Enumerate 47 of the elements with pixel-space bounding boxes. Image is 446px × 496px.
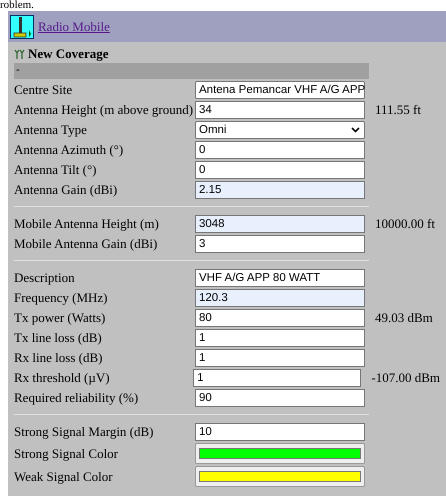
unit-value: -107.00 dBm	[371, 370, 440, 386]
input-field[interactable]: 120.3	[195, 289, 365, 307]
panel-title: New Coverage	[28, 46, 108, 62]
antenna-icon	[14, 49, 25, 59]
input-field[interactable]: VHF A/G APP 80 WATT	[195, 269, 365, 287]
app-link[interactable]: Radio Mobile	[38, 18, 110, 34]
input-field[interactable]: 34	[195, 101, 365, 119]
field-label: Antenna Type	[14, 122, 88, 138]
field-label: Rx threshold (µV)	[14, 370, 111, 386]
dropdown[interactable]: Omni	[195, 121, 365, 139]
unit-value: 49.03 dBm	[375, 310, 433, 326]
field-label: Antenna Gain (dBi)	[14, 182, 118, 198]
input-field[interactable]: 0	[195, 161, 365, 179]
field-label: Antenna Height (m above ground)	[14, 102, 194, 118]
input-field[interactable]: 0	[195, 141, 365, 159]
field-label: Description	[14, 270, 76, 286]
field-label: Frequency (MHz)	[14, 290, 108, 306]
field-label: Tx power (Watts)	[14, 310, 106, 326]
field-label: Weak Signal Color	[14, 468, 114, 484]
input-field[interactable]: 1	[195, 329, 365, 347]
dropdown[interactable]: Antena Pemancar VHF A/G APP	[195, 81, 365, 99]
field-label: Mobile Antenna Height (m)	[14, 216, 160, 232]
color-picker[interactable]	[195, 443, 365, 464]
input-field[interactable]: 2.15	[195, 181, 365, 199]
unit-value: 10000.00 ft	[375, 216, 435, 232]
chevron-icon	[351, 127, 360, 133]
unit-value: 111.55 ft	[375, 102, 421, 118]
color-picker[interactable]	[195, 466, 365, 487]
input-field[interactable]: 90	[195, 389, 365, 407]
input-field[interactable]: 80	[195, 309, 365, 327]
field-label: Centre Site	[14, 82, 74, 98]
field-label: Tx line loss (dB)	[14, 330, 103, 346]
field-label: Required reliability (%)	[14, 390, 140, 406]
field-label: Strong Signal Margin (dB)	[14, 424, 155, 440]
field-label: Antenna Tilt (°)	[14, 162, 98, 178]
input-field[interactable]: 1	[195, 349, 365, 367]
field-label: Antenna Azimuth (°)	[14, 142, 124, 158]
status-bar: -	[14, 63, 369, 79]
input-field[interactable]: 3048	[195, 215, 365, 233]
input-field[interactable]: 10	[195, 423, 365, 441]
input-field[interactable]: 1	[193, 369, 362, 387]
input-field[interactable]: 3	[195, 235, 365, 253]
heading-text: roblem.	[0, 0, 34, 11]
tower-icon	[10, 14, 34, 38]
field-label: Rx line loss (dB)	[14, 350, 104, 366]
field-label: Strong Signal Color	[14, 446, 120, 462]
field-label: Mobile Antenna Gain (dBi)	[14, 236, 158, 252]
